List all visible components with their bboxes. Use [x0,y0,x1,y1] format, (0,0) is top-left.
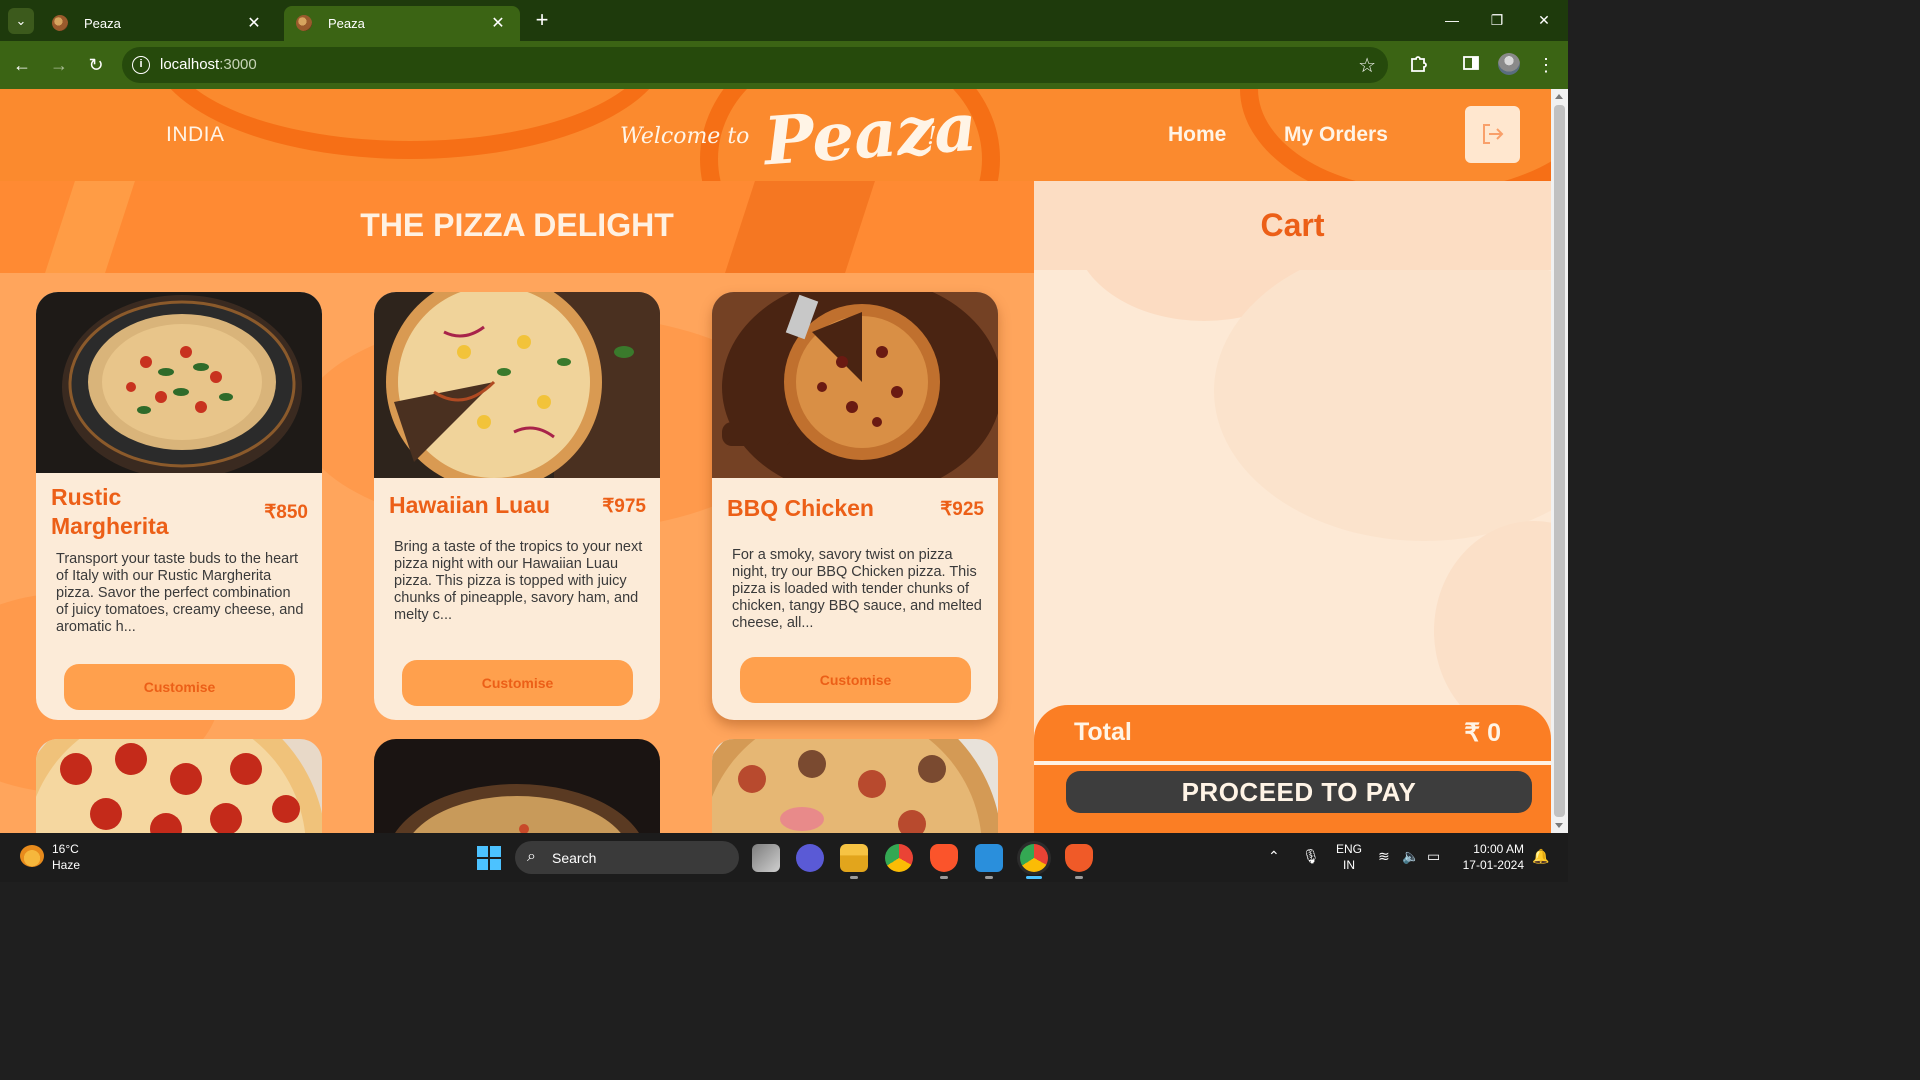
pizza-description: For a smoky, savory twist on pizza night… [732,547,982,631]
total-value: ₹ 0 [1464,719,1501,747]
brave-nightly-icon[interactable] [1065,844,1093,872]
pizza-card: Rustic Margherita ₹850 Transport your ta… [36,292,322,720]
customise-button[interactable]: Customise [740,657,971,703]
chrome-icon[interactable] [885,844,913,872]
input-language[interactable]: ENG IN [1336,841,1362,873]
task-view-icon[interactable] [752,844,780,872]
site-info-icon[interactable]: i [132,56,150,74]
pizza-card-partial [36,739,322,833]
nav-home-link[interactable]: Home [1168,123,1226,147]
pizza-favicon-icon [52,15,68,31]
tab-title: Peaza [328,16,365,31]
pizza-image [36,739,322,833]
welcome-text: Welcome to [620,124,750,149]
teams-chat-icon[interactable] [796,844,824,872]
pizza-price: ₹850 [264,502,308,523]
pizza-image [712,292,998,478]
web-page: INDIA Welcome to Peaza ! Home My Orders … [0,89,1551,833]
customise-button[interactable]: Customise [402,660,633,706]
search-label: Search [552,850,597,866]
pizza-description: Bring a taste of the tropics to your nex… [394,539,643,623]
show-hidden-icons-chevron-icon[interactable]: ⌃ [1268,848,1280,865]
pizza-name: Hawaiian Luau [389,492,551,518]
logout-icon [1483,124,1504,144]
browser-tab[interactable]: Peaza ✕ [40,6,276,41]
pizza-image [374,292,660,478]
pizza-description: Transport your taste buds to the heart o… [56,551,304,635]
menu-grid: Rustic Margherita ₹850 Transport your ta… [0,273,1034,833]
taskbar-search-box[interactable]: ⌕ Search [515,841,739,874]
bookmark-star-icon[interactable]: ☆ [1358,53,1376,78]
brave-browser-icon[interactable] [930,844,958,872]
weather-temperature: 16°C [52,842,79,856]
minimize-window-button[interactable]: — [1437,8,1467,32]
pay-area: PROCEED TO PAY [1034,765,1551,833]
pizza-card: BBQ Chicken ₹925 For a smoky, savory twi… [712,292,998,720]
browser-menu-icon[interactable]: ⋮ [1534,53,1558,77]
country-label: INDIA [166,123,225,146]
cart-panel: Cart Total ₹ 0 PROCEED TO PAY [1034,181,1551,833]
pizza-price: ₹975 [602,496,646,517]
file-explorer-icon[interactable] [840,844,868,872]
brand-exclamation: ! [927,122,937,150]
profile-avatar[interactable] [1498,53,1520,75]
restore-window-button[interactable]: ❐ [1482,8,1512,32]
pizza-name: BBQ Chicken [727,495,874,521]
address-bar[interactable]: i localhost:3000 ☆ [122,47,1388,83]
windows-start-icon[interactable] [477,846,501,870]
weather-description: Haze [52,858,81,872]
menu-title-band: THE PIZZA DELIGHT [0,181,1034,273]
browser-tab-active[interactable]: Peaza ✕ [284,6,520,41]
taskbar-clock[interactable]: 10:00 AM 17-01-2024 [1456,841,1524,873]
customise-button[interactable]: Customise [64,664,295,710]
address-url: localhost:3000 [160,56,257,73]
pizza-card-partial [374,739,660,833]
proceed-to-pay-button[interactable]: PROCEED TO PAY [1066,771,1532,813]
close-window-button[interactable]: ✕ [1529,8,1559,32]
close-tab-icon[interactable]: ✕ [244,13,264,33]
new-tab-button[interactable]: + [530,9,554,33]
pizza-image [374,739,660,833]
site-header: INDIA Welcome to Peaza ! Home My Orders [0,89,1551,181]
menu-title: THE PIZZA DELIGHT [360,207,674,243]
pizza-price: ₹925 [940,499,984,520]
scroll-up-arrow-icon[interactable] [1555,94,1563,99]
page-scrollbar[interactable] [1551,89,1568,833]
pizza-image [36,292,322,473]
logout-button[interactable] [1465,106,1520,163]
microphone-icon[interactable]: 🎙 [1302,848,1320,865]
cart-title: Cart [1260,207,1325,243]
chrome-profile-icon[interactable] [1020,844,1048,872]
total-label: Total [1074,718,1132,746]
tab-search-menu-button[interactable]: ⌄ [8,8,34,34]
windows-taskbar: 16°C Haze ⌕ Search ⌃ 🎙 ENG IN ≋ 🔈 ▭ 10:0… [0,833,1568,882]
browser-tab-bar: ⌄ Peaza ✕ Peaza ✕ + — ❐ ✕ [0,0,1568,41]
close-tab-icon[interactable]: ✕ [488,13,508,33]
battery-icon[interactable]: ▭ [1427,848,1440,865]
scroll-down-arrow-icon[interactable] [1555,823,1563,828]
back-arrow-icon[interactable]: ← [10,53,34,77]
pizza-favicon-icon [296,15,312,31]
browser-toolbar: ← → ↻ i localhost:3000 ☆ ⋮ [0,41,1568,89]
volume-icon[interactable]: 🔈 [1402,848,1419,865]
nav-my-orders-link[interactable]: My Orders [1284,123,1388,147]
search-icon: ⌕ [527,848,536,865]
tab-title: Peaza [84,16,121,31]
pizza-name: Rustic Margherita [51,484,169,539]
notification-bell-icon[interactable]: 🔔 [1532,848,1549,865]
pizza-card: Hawaiian Luau ₹975 Bring a taste of the … [374,292,660,720]
brand-logo[interactable]: Peaza [762,89,980,180]
reload-icon[interactable]: ↻ [84,53,108,77]
cart-total-bar: Total ₹ 0 [1034,705,1551,761]
weather-haze-icon[interactable] [20,845,44,867]
pizza-image [712,739,998,833]
wifi-icon[interactable]: ≋ [1378,848,1390,865]
pizza-card-partial [712,739,998,833]
vscode-icon[interactable] [975,844,1003,872]
forward-arrow-icon[interactable]: → [47,53,71,77]
side-panel-icon[interactable] [1459,53,1483,77]
scrollbar-thumb[interactable] [1554,105,1565,817]
extensions-puzzle-icon[interactable] [1406,53,1430,77]
